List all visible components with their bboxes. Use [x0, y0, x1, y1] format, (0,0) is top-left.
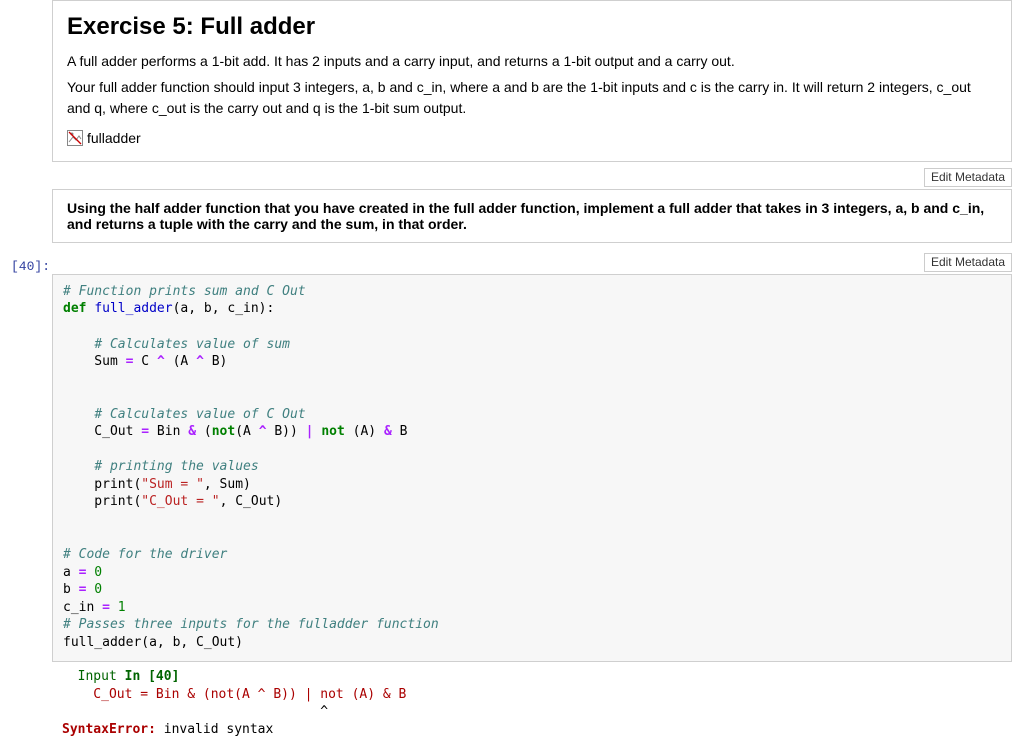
broken-image-icon [67, 130, 83, 146]
operator: ^ [157, 354, 165, 369]
keyword-not: not [321, 424, 344, 439]
code-cell: [40]: Edit Metadata # Function prints su… [52, 253, 1012, 743]
code-text: full_adder(a, b, C_Out) [63, 635, 243, 650]
code-text: (a, b, c_in): [173, 301, 275, 316]
exercise-paragraph-1: A full adder performs a 1-bit add. It ha… [67, 51, 997, 71]
code-text: b [63, 582, 79, 597]
code-text: c_in [63, 600, 102, 615]
code-comment: # printing the values [94, 459, 258, 474]
code-text: (A [165, 354, 196, 369]
error-code-line: C_Out = Bin & (not(A ^ B)) | not (A) & B [62, 687, 406, 702]
keyword-not: not [212, 424, 235, 439]
code-text: B) [204, 354, 227, 369]
instruction-text: Using the half adder function that you h… [52, 189, 1012, 243]
string-literal: "C_Out = " [141, 494, 219, 509]
code-comment: # Code for the driver [63, 547, 227, 562]
keyword-def: def [63, 301, 86, 316]
code-comment: # Function prints sum and C Out [63, 284, 306, 299]
code-text: print( [63, 494, 141, 509]
number-literal: 1 [110, 600, 126, 615]
code-text: , C_Out) [220, 494, 283, 509]
error-caret: ^ [62, 704, 328, 719]
operator: ^ [259, 424, 267, 439]
code-output-area: Input In [40] C_Out = Bin & (not(A ^ B))… [52, 662, 1012, 742]
code-comment: # Calculates value of sum [94, 337, 290, 352]
exercise-paragraph-2: Your full adder function should input 3 … [67, 77, 997, 118]
code-text: Bin [149, 424, 188, 439]
error-colon: : [148, 722, 156, 737]
string-literal: "Sum = " [141, 477, 204, 492]
code-text: B)) [267, 424, 306, 439]
number-literal: 0 [86, 565, 102, 580]
number-literal: 0 [86, 582, 102, 597]
markdown-cell-exercise: Exercise 5: Full adder A full adder perf… [52, 0, 1012, 162]
code-text: Sum [63, 354, 126, 369]
code-comment: # Passes three inputs for the fulladder … [63, 617, 439, 632]
operator: ^ [196, 354, 204, 369]
markdown-cell-instructions: Edit Metadata Using the half adder funct… [52, 168, 1012, 243]
broken-image-placeholder: fulladder [67, 130, 141, 146]
error-message: invalid syntax [156, 722, 273, 737]
code-text: C [133, 354, 156, 369]
code-text: (A) [345, 424, 384, 439]
code-text: ( [196, 424, 212, 439]
error-input-ref: In [40] [125, 669, 180, 684]
error-input-label: Input [62, 669, 125, 684]
markdown-rendered: Exercise 5: Full adder A full adder perf… [52, 0, 1012, 162]
code-input-area[interactable]: # Function prints sum and C Out def full… [52, 274, 1012, 662]
code-text: C_Out [63, 424, 141, 439]
code-text: B [392, 424, 408, 439]
broken-image-alt: fulladder [87, 130, 141, 146]
exercise-heading: Exercise 5: Full adder [67, 13, 997, 41]
error-type: SyntaxError [62, 722, 148, 737]
code-text: a [63, 565, 79, 580]
code-text: print( [63, 477, 141, 492]
edit-metadata-button[interactable]: Edit Metadata [924, 168, 1012, 187]
operator: & [384, 424, 392, 439]
code-text: , Sum) [204, 477, 251, 492]
operator: = [141, 424, 149, 439]
function-name: full_adder [94, 301, 172, 316]
operator: | [306, 424, 314, 439]
code-comment: # Calculates value of C Out [94, 407, 305, 422]
input-prompt: [40]: [0, 255, 50, 275]
operator: & [188, 424, 196, 439]
code-text: (A [235, 424, 258, 439]
operator: = [102, 600, 110, 615]
edit-metadata-button[interactable]: Edit Metadata [924, 253, 1012, 272]
